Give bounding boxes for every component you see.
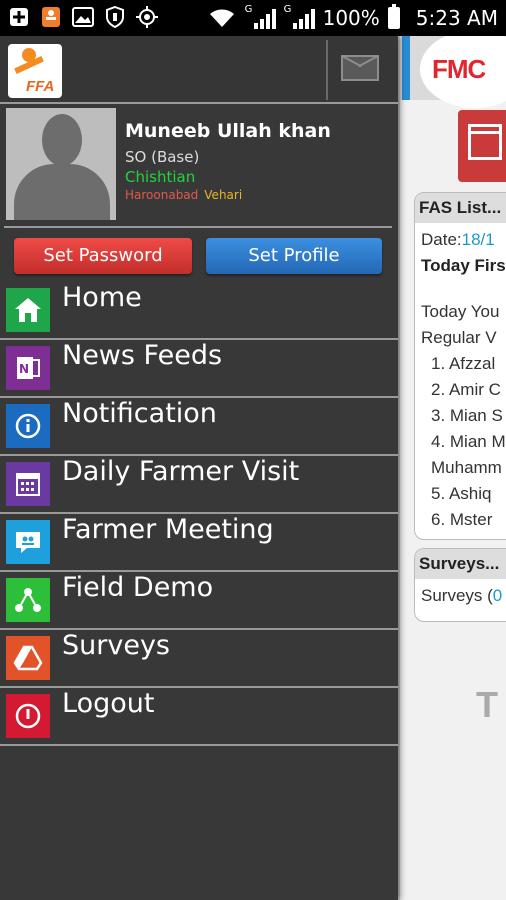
- drawer-header: FFA: [0, 36, 398, 104]
- info-icon: [6, 404, 50, 448]
- menu-item-field-demo[interactable]: Field Demo: [0, 572, 398, 630]
- image-icon: [72, 6, 94, 28]
- calendar-icon: [468, 124, 502, 160]
- location-target-icon: [136, 6, 158, 28]
- surveys-count: 0: [492, 586, 503, 605]
- profile-area: Vehari: [204, 188, 243, 202]
- menu-item-farmer-meeting[interactable]: Farmer Meeting: [0, 514, 398, 572]
- chat-icon: [6, 520, 50, 564]
- menu-item-label: News Feeds: [62, 340, 223, 371]
- menu-item-label: Daily Farmer Visit: [62, 456, 300, 487]
- header-divider: [326, 40, 328, 100]
- app-logo: FFA: [8, 44, 62, 98]
- surveys-card[interactable]: Surveys... Surveys (0: [414, 548, 506, 622]
- signal-type-label: G: [283, 4, 292, 15]
- date-label: Date:: [421, 230, 462, 249]
- menu-item-news-feeds[interactable]: N News Feeds: [0, 340, 398, 398]
- background-heading: T: [476, 684, 498, 725]
- fas-list-card[interactable]: FAS List... Date:18/1 Today Firs Today Y…: [414, 192, 506, 540]
- notification-icons: [8, 6, 158, 28]
- list-item: Muhamm: [431, 458, 502, 477]
- list-item: 4. Mian M: [431, 432, 506, 451]
- battery-percent: 100%: [322, 6, 380, 30]
- avatar-head: [42, 114, 82, 166]
- main-content: FMC FAS List... Date:18/1 Today Firs Tod…: [398, 36, 506, 900]
- menu-item-daily-farmer-visit[interactable]: Daily Farmer Visit: [0, 456, 398, 514]
- network-icon: [6, 578, 50, 622]
- drive-icon: [6, 636, 50, 680]
- list-item: 2. Amir C: [431, 380, 501, 399]
- add-box-icon: [8, 6, 30, 28]
- profile-name: Muneeb Ullah khan: [125, 120, 331, 142]
- signal-icon: G: [283, 4, 315, 29]
- calendar-icon: [6, 462, 50, 506]
- status-bar: G G 100% 5:23 AM: [0, 0, 506, 36]
- app-notification-icon: [40, 6, 62, 28]
- list-item: 6. Mster: [431, 510, 493, 529]
- fmc-logo-text: FMC: [432, 54, 486, 84]
- navigation-drawer: FFA Muneeb Ullah khan SO (Base) Chishtia…: [0, 36, 398, 900]
- regular-line: Regular V: [421, 328, 497, 347]
- list-item: 3. Mian S: [431, 406, 503, 425]
- list-item: 5. Ashiq: [431, 484, 492, 503]
- surveys-body: Surveys (0: [415, 579, 506, 609]
- calendar-button[interactable]: [458, 110, 506, 182]
- date-value: 18/1: [461, 230, 495, 249]
- menu-item-label: Notification: [62, 398, 217, 429]
- profile-areas: Haroonabad Vehari: [125, 188, 242, 202]
- menu-item-logout[interactable]: Logout: [0, 688, 398, 746]
- today-first-line: Today Firs: [421, 256, 506, 275]
- menu-item-label: Farmer Meeting: [62, 514, 274, 545]
- signal-type-label: G: [244, 4, 253, 15]
- avatar-body: [14, 164, 110, 220]
- system-icons: G G 100% 5:23 AM: [207, 4, 498, 32]
- home-icon: [6, 288, 50, 332]
- profile-section: Muneeb Ullah khan SO (Base) Chishtian Ha…: [0, 104, 398, 224]
- wifi-icon: [207, 7, 237, 29]
- menu-item-surveys[interactable]: Surveys: [0, 630, 398, 688]
- set-password-button[interactable]: Set Password: [14, 238, 192, 274]
- drawer-menu: Home N News Feeds Notification Daily Far…: [0, 282, 398, 746]
- menu-item-label: Logout: [62, 688, 155, 719]
- profile-role: SO (Base): [125, 148, 200, 166]
- power-icon: [6, 694, 50, 738]
- today-you-line: Today You: [421, 302, 500, 321]
- battery-icon: [387, 4, 400, 29]
- app-logo-text: FFA: [26, 78, 55, 95]
- profile-area: Haroonabad: [125, 188, 199, 202]
- menu-item-label: Home: [62, 282, 142, 313]
- menu-item-label: Field Demo: [62, 572, 214, 603]
- clock: 5:23 AM: [415, 6, 498, 30]
- surveys-line: Surveys (: [421, 586, 493, 605]
- profile-city: Chishtian: [125, 168, 196, 186]
- onenote-icon: N: [6, 346, 50, 390]
- divider: [4, 226, 392, 228]
- menu-item-notification[interactable]: Notification: [0, 398, 398, 456]
- date-line: Date:18/1: [421, 227, 506, 253]
- mail-icon[interactable]: [341, 55, 379, 81]
- fas-list-title: FAS List...: [415, 193, 506, 223]
- header-accent: [402, 36, 410, 100]
- menu-item-home[interactable]: Home: [0, 282, 398, 340]
- signal-icon: G: [244, 4, 276, 29]
- shield-icon: [104, 6, 126, 28]
- surveys-title: Surveys...: [415, 549, 506, 579]
- menu-item-label: Surveys: [62, 630, 170, 661]
- svg-text:N: N: [19, 362, 29, 376]
- fas-list-body: Date:18/1 Today Firs Today You Regular V…: [415, 223, 506, 533]
- list-item: 1. Afzzal: [431, 354, 496, 373]
- avatar[interactable]: [6, 108, 116, 220]
- set-profile-button[interactable]: Set Profile: [206, 238, 382, 274]
